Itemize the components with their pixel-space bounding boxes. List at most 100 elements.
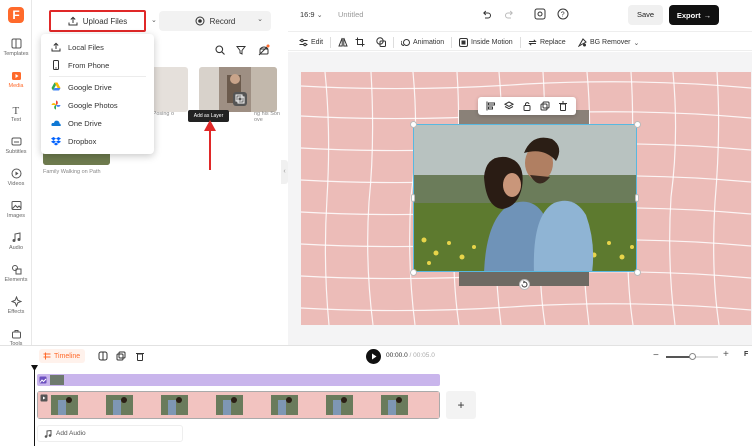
project-title[interactable]: Untitled	[338, 10, 363, 19]
svg-text:T: T	[12, 105, 19, 115]
collapse-panel-handle[interactable]: ‹	[281, 160, 288, 184]
replace-button[interactable]: Replace	[528, 36, 566, 49]
rail-subtitles[interactable]: Subtitles	[0, 136, 32, 155]
resize-handle-top-right[interactable]	[634, 121, 641, 128]
split-icon[interactable]	[98, 351, 108, 361]
add-as-layer-button[interactable]	[233, 92, 247, 106]
add-audio-button[interactable]: Add Audio	[37, 425, 183, 442]
google-photos-icon	[51, 100, 61, 110]
edit-label: Edit	[311, 39, 324, 46]
resize-handle-left[interactable]	[411, 194, 415, 202]
trash-icon[interactable]	[135, 351, 145, 361]
screen-capture-icon[interactable]	[534, 8, 546, 20]
edit-toolbar: Edit Animation Inside Motion Replace BG …	[288, 31, 752, 51]
rail-media[interactable]: Media	[0, 70, 32, 89]
resize-handle-top-left[interactable]	[410, 121, 417, 128]
fit-button[interactable]: F	[744, 351, 748, 358]
menu-item-google-drive[interactable]: Google Drive	[41, 78, 154, 96]
rail-elements[interactable]: Elements	[0, 264, 32, 283]
svg-text:?: ?	[561, 12, 565, 19]
redo-icon[interactable]	[504, 9, 515, 20]
copy-icon[interactable]	[116, 351, 126, 361]
toolbar-divider	[520, 37, 521, 48]
rail-images[interactable]: Images	[0, 200, 32, 219]
rail-effects[interactable]: Effects	[0, 296, 32, 315]
layer-track-bar[interactable]	[37, 374, 440, 386]
hide-used-icon[interactable]	[258, 44, 270, 56]
inside-motion-button[interactable]: Inside Motion	[459, 36, 513, 49]
menu-item-dropbox[interactable]: Dropbox	[41, 132, 154, 150]
rail-templates[interactable]: Templates	[0, 38, 32, 57]
add-audio-label: Add Audio	[56, 430, 86, 437]
upload-files-button[interactable]: Upload Files	[49, 10, 146, 32]
toolbar-divider	[330, 37, 331, 48]
menu-item-google-photos[interactable]: Google Photos	[41, 96, 154, 114]
crop-icon[interactable]	[355, 37, 365, 47]
record-button[interactable]: Record ⌄	[159, 11, 271, 31]
selected-photo-layer[interactable]	[413, 124, 637, 272]
resize-handle-right[interactable]	[635, 194, 639, 202]
zoom-out-button[interactable]: −	[653, 350, 659, 361]
menu-label-from-phone: From Phone	[68, 60, 110, 70]
arrow-right-icon: →	[703, 10, 712, 20]
playhead[interactable]	[34, 366, 35, 446]
save-button[interactable]: Save	[628, 5, 663, 25]
delete-icon[interactable]	[558, 101, 568, 111]
rail-videos[interactable]: Videos	[0, 168, 32, 187]
animation-label: Animation	[413, 39, 445, 46]
record-label: Record	[209, 16, 236, 26]
search-icon[interactable]	[215, 45, 225, 55]
mask-icon[interactable]	[376, 37, 386, 47]
menu-item-one-drive[interactable]: One Drive	[41, 114, 154, 132]
menu-item-local-files[interactable]: Local Files	[41, 38, 154, 56]
rotate-handle[interactable]	[519, 279, 530, 290]
onedrive-icon	[51, 120, 61, 126]
record-icon	[195, 16, 205, 26]
upload-icon	[68, 16, 78, 26]
animation-button[interactable]: Animation	[401, 36, 444, 49]
help-icon[interactable]: ?	[557, 8, 569, 20]
record-chevron-down-icon: ⌄	[257, 16, 263, 23]
export-button[interactable]: Export →	[669, 5, 719, 25]
zoom-slider-track[interactable]	[666, 353, 718, 360]
time-display: 00:00.0 / 00:05.0	[386, 352, 435, 359]
images-icon	[11, 201, 21, 210]
aspect-ratio-select[interactable]: 16:9 ⌄	[300, 10, 323, 19]
rail-text[interactable]: T Text	[0, 104, 32, 123]
rail-audio[interactable]: Audio	[0, 232, 32, 251]
add-track-button[interactable]: +	[446, 391, 476, 419]
couple-photo	[414, 125, 636, 271]
undo-icon[interactable]	[481, 9, 492, 20]
align-icon[interactable]	[486, 101, 496, 111]
play-button[interactable]	[366, 349, 381, 364]
red-arrow-annotation	[204, 120, 216, 170]
flip-icon[interactable]	[338, 37, 348, 47]
zoom-in-button[interactable]: +	[723, 349, 729, 360]
timeline-tab[interactable]: Timeline	[39, 349, 85, 363]
unlock-icon[interactable]	[522, 101, 532, 111]
layers-icon[interactable]	[504, 101, 514, 111]
aspect-chevron-down-icon: ⌄	[316, 12, 323, 19]
edit-button[interactable]: Edit	[299, 36, 323, 49]
resize-handle-bottom-right[interactable]	[634, 269, 641, 276]
duplicate-icon[interactable]	[540, 101, 550, 111]
video-track-clip[interactable]	[37, 391, 440, 419]
filter-icon[interactable]	[236, 45, 246, 55]
zoom-slider-knob[interactable]	[688, 353, 696, 360]
bg-remover-button[interactable]: BG Remover ⌄	[578, 36, 639, 49]
clip-thumbnails	[38, 392, 439, 418]
templates-icon	[11, 38, 21, 49]
rotate-icon	[521, 280, 528, 288]
menu-item-from-phone[interactable]: From Phone	[41, 56, 154, 74]
text-icon: T	[12, 105, 19, 115]
playhead-marker[interactable]	[31, 365, 38, 371]
menu-divider	[49, 76, 146, 77]
effects-icon	[10, 296, 22, 307]
toolbar-divider	[451, 37, 452, 48]
animation-icon	[401, 39, 410, 46]
resize-handle-bottom-left[interactable]	[410, 269, 417, 276]
phone-icon	[53, 60, 59, 70]
upload-chevron-down-icon[interactable]: ⌄	[151, 16, 157, 24]
timeline-panel: Timeline 00:00.0 / 00:05.0 − + F + Add A…	[0, 345, 752, 446]
bg-remover-label: BG Remover	[590, 39, 631, 46]
